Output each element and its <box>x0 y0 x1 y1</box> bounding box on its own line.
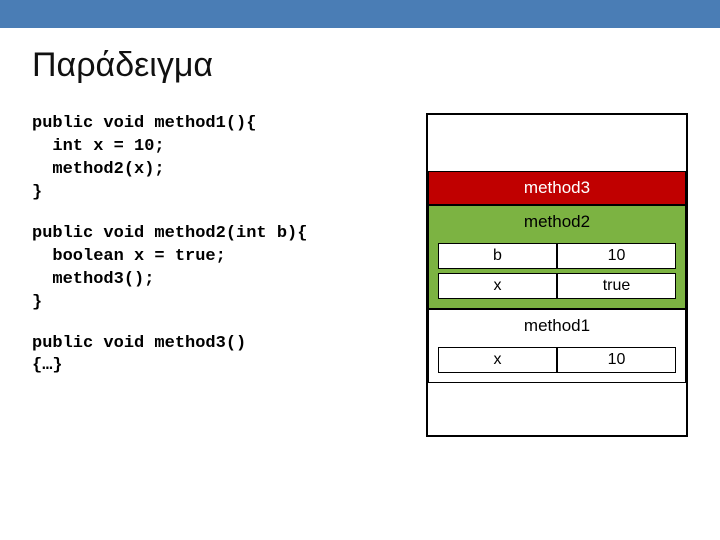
stack-frame-method3: method3 <box>428 171 686 205</box>
code-method1: public void method1(){ int x = 10; metho… <box>32 113 418 205</box>
stack-empty-top <box>428 115 686 171</box>
var-row: x 10 <box>438 347 676 373</box>
var-row: x true <box>438 273 676 299</box>
var-value: true <box>557 273 676 299</box>
frame-vars: b 10 x true <box>429 238 685 308</box>
frame-label: method2 <box>429 206 685 238</box>
code-method3: public void method3() {…} <box>32 333 418 379</box>
var-row: b 10 <box>438 243 676 269</box>
stack-frame-method1: method1 x 10 <box>428 309 686 383</box>
var-name: x <box>438 347 557 373</box>
stack-empty-bottom <box>428 383 686 435</box>
var-name: x <box>438 273 557 299</box>
var-value: 10 <box>557 243 676 269</box>
frame-label: method3 <box>428 171 686 205</box>
code-column: public void method1(){ int x = 10; metho… <box>32 113 426 396</box>
code-text: public void method2(int b){ boolean x = … <box>32 223 418 315</box>
slide-title: Παράδειγμα <box>32 46 688 85</box>
var-value: 10 <box>557 347 676 373</box>
columns: public void method1(){ int x = 10; metho… <box>32 113 688 437</box>
code-text: public void method1(){ int x = 10; metho… <box>32 113 418 205</box>
slide-content: Παράδειγμα public void method1(){ int x … <box>0 28 720 437</box>
top-accent-bar <box>0 0 720 28</box>
stack-frame-method2: method2 b 10 x true <box>428 205 686 309</box>
frame-vars: x 10 <box>429 342 685 382</box>
code-method2: public void method2(int b){ boolean x = … <box>32 223 418 315</box>
code-text: public void method3() {…} <box>32 333 418 379</box>
call-stack: method3 method2 b 10 x true <box>426 113 688 437</box>
var-name: b <box>438 243 557 269</box>
frame-label: method1 <box>429 310 685 342</box>
stack-column: method3 method2 b 10 x true <box>426 113 688 437</box>
